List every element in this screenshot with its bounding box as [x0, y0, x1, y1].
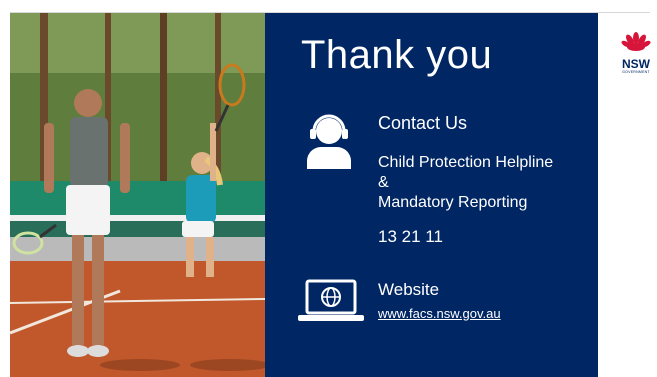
slide-title: Thank you	[301, 33, 493, 77]
waratah-icon	[621, 32, 651, 51]
website-link[interactable]: www.facs.nsw.gov.au	[378, 306, 501, 321]
contact-line: Child Protection Helpline	[378, 154, 554, 171]
headset-person-icon	[305, 113, 353, 174]
contact-heading: Contact Us	[378, 113, 468, 133]
logo-wordmark: NSW	[622, 57, 650, 71]
contact-line: Mandatory Reporting	[378, 194, 528, 211]
contact-panel: Thank you Contact Us Child Protection He…	[265, 13, 598, 377]
contact-lines: Child Protection Helpline & Mandatory Re…	[378, 153, 553, 213]
contact-line: &	[378, 174, 389, 191]
tennis-photo	[10, 13, 265, 377]
nsw-government-logo: NSW GOVERNMENT	[618, 31, 654, 75]
laptop-globe-icon	[298, 279, 364, 328]
phone-number: 13 21 11	[378, 227, 443, 246]
website-heading: Website	[378, 280, 440, 299]
slide: Thank you Contact Us Child Protection He…	[10, 12, 651, 377]
logo-subtitle: GOVERNMENT	[622, 70, 650, 74]
